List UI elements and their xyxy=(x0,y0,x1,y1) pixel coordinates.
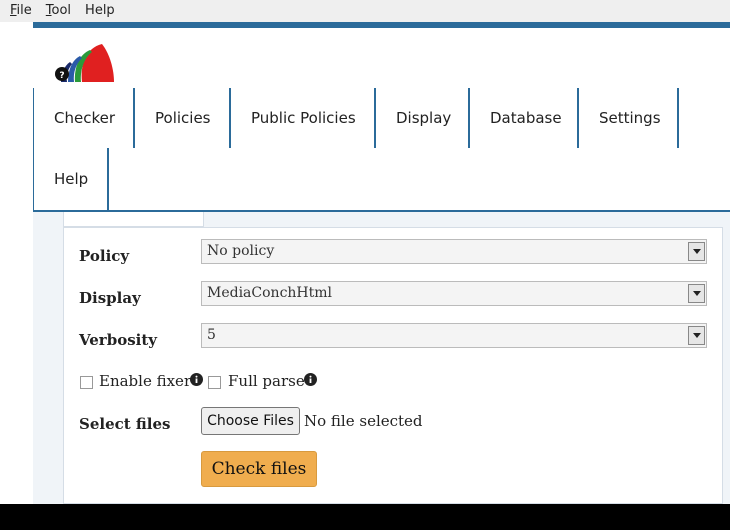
enable-fixer-checkbox[interactable] xyxy=(80,376,93,389)
verbosity-label: Verbosity xyxy=(79,331,157,349)
nav-policies[interactable]: Policies xyxy=(135,88,231,148)
policy-label: Policy xyxy=(79,247,130,265)
nav-database[interactable]: Database xyxy=(470,88,579,148)
nav-display[interactable]: Display xyxy=(376,88,470,148)
check-files-button[interactable]: Check files xyxy=(201,451,317,487)
logo-glyph: ? xyxy=(59,71,64,81)
nav-settings[interactable]: Settings xyxy=(579,88,679,148)
verbosity-select[interactable]: 5 xyxy=(201,323,707,348)
menu-file[interactable]: File xyxy=(3,0,39,22)
display-label: Display xyxy=(79,289,141,307)
display-select[interactable]: MediaConchHtml xyxy=(201,281,707,306)
menu-tool[interactable]: Tool xyxy=(39,0,78,22)
enable-fixer-label: Enable fixer xyxy=(99,372,192,390)
info-icon[interactable] xyxy=(304,373,317,386)
mediaconch-logo-icon: ? xyxy=(55,44,114,82)
page: ? Checker Policies Public Policies Displ… xyxy=(0,22,730,504)
nav-checker[interactable]: Checker xyxy=(34,88,135,148)
menu-help[interactable]: Help xyxy=(78,0,122,22)
active-tab xyxy=(63,212,204,227)
bottom-bar xyxy=(0,504,730,530)
menu-bar: File Tool Help xyxy=(0,0,730,22)
top-stripe xyxy=(33,22,730,28)
nav-public-policies[interactable]: Public Policies xyxy=(231,88,376,148)
chevron-down-icon xyxy=(688,326,705,345)
policy-select-value: No policy xyxy=(207,243,275,259)
display-select-value: MediaConchHtml xyxy=(207,285,333,301)
full-parse-label: Full parse xyxy=(228,372,305,390)
chevron-down-icon xyxy=(688,284,705,303)
nav-help[interactable]: Help xyxy=(34,148,109,210)
info-icon[interactable] xyxy=(190,373,203,386)
full-parse-checkbox[interactable] xyxy=(208,376,221,389)
select-files-label: Select files xyxy=(79,415,171,433)
choose-files-button[interactable]: Choose Files xyxy=(201,407,300,435)
checker-panel xyxy=(63,227,723,504)
no-file-text: No file selected xyxy=(304,412,423,430)
policy-select[interactable]: No policy xyxy=(201,239,707,264)
chevron-down-icon xyxy=(688,242,705,261)
verbosity-select-value: 5 xyxy=(207,327,216,343)
main-nav: Checker Policies Public Policies Display… xyxy=(33,88,730,212)
